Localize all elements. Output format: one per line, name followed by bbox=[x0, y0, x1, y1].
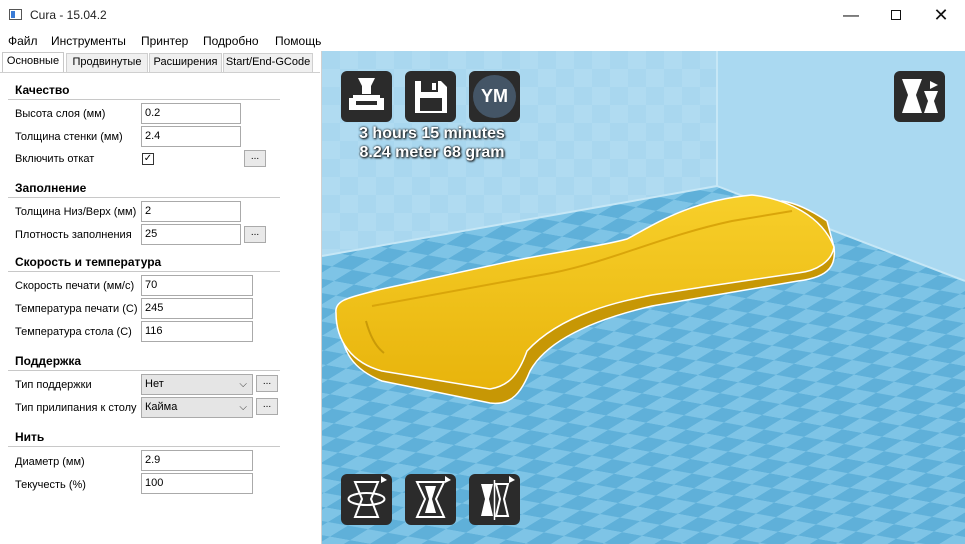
save-gcode-button[interactable] bbox=[405, 71, 456, 122]
rotate-button[interactable] bbox=[341, 474, 392, 525]
adhesion-type-value: Кайма bbox=[145, 401, 178, 413]
adhesion-type-select[interactable]: Кайма ⌵ bbox=[141, 397, 253, 418]
minimize-button[interactable]: — bbox=[828, 0, 874, 31]
diameter-label: Диаметр (мм) bbox=[15, 456, 85, 468]
menu-printer[interactable]: Принтер bbox=[141, 34, 188, 48]
adhesion-settings-button[interactable]: ... bbox=[256, 398, 278, 415]
print-temperature-input[interactable]: 245 bbox=[141, 298, 253, 319]
rotate-icon bbox=[347, 476, 387, 518]
diameter-input[interactable]: 2.9 bbox=[141, 450, 253, 471]
section-divider bbox=[8, 99, 280, 100]
bed-temperature-label: Температура стола (C) bbox=[15, 326, 132, 338]
tab-plugins[interactable]: Расширения bbox=[149, 53, 222, 72]
section-support: Поддержка bbox=[15, 354, 82, 368]
print-speed-label: Скорость печати (мм/с) bbox=[15, 280, 135, 292]
print-material-text: 8.24 meter 68 gram bbox=[359, 144, 505, 161]
layer-height-input[interactable]: 0.2 bbox=[141, 103, 241, 124]
section-divider bbox=[8, 197, 280, 198]
3d-viewport[interactable]: YM 3 hours 15 minutes 8.24 meter 68 gram bbox=[322, 51, 965, 544]
tab-start-end-gcode[interactable]: Start/End-GCode bbox=[223, 53, 313, 72]
wall-thickness-label: Толщина стенки (мм) bbox=[15, 131, 123, 143]
fill-density-input[interactable]: 25 bbox=[141, 224, 241, 245]
tab-advanced[interactable]: Продвинутые bbox=[66, 53, 148, 72]
view-mode-icon: YM bbox=[473, 75, 516, 118]
bottom-top-thickness-input[interactable]: 2 bbox=[141, 201, 241, 222]
fill-density-label: Плотность заполнения bbox=[15, 229, 132, 241]
flow-input[interactable]: 100 bbox=[141, 473, 253, 494]
menu-help[interactable]: Помощь bbox=[275, 34, 321, 48]
support-type-select[interactable]: Нет ⌵ bbox=[141, 374, 253, 395]
close-button[interactable]: ✕ bbox=[918, 0, 964, 31]
settings-panel: Основные Продвинутые Расширения Start/En… bbox=[0, 51, 322, 544]
section-fill: Заполнение bbox=[15, 181, 87, 195]
app-icon bbox=[9, 9, 22, 20]
scale-button[interactable] bbox=[405, 474, 456, 525]
section-filament: Нить bbox=[15, 430, 45, 444]
save-gcode-icon bbox=[415, 81, 447, 113]
print-temperature-label: Температура печати (C) bbox=[15, 303, 138, 315]
view-angle-icon bbox=[902, 79, 938, 113]
layer-height-label: Высота слоя (мм) bbox=[15, 108, 106, 120]
view-mode-button[interactable]: YM bbox=[469, 71, 520, 122]
retraction-checkbox[interactable]: ✓ bbox=[142, 153, 154, 165]
section-quality: Качество bbox=[15, 83, 70, 97]
mirror-button[interactable] bbox=[469, 474, 520, 525]
support-type-label: Тип поддержки bbox=[15, 379, 92, 391]
menu-tools[interactable]: Инструменты bbox=[51, 34, 126, 48]
scale-icon bbox=[415, 476, 451, 518]
tab-basic[interactable]: Основные bbox=[2, 52, 64, 72]
bottom-top-thickness-label: Толщина Низ/Верх (мм) bbox=[15, 206, 137, 218]
menu-file[interactable]: Файл bbox=[8, 34, 38, 48]
chevron-down-icon: ⌵ bbox=[239, 402, 247, 413]
mirror-icon bbox=[481, 476, 515, 520]
load-model-button[interactable] bbox=[341, 71, 392, 122]
section-speed-temperature: Скорость и температура bbox=[15, 255, 162, 269]
print-speed-input[interactable]: 70 bbox=[141, 275, 253, 296]
section-divider bbox=[8, 271, 280, 272]
load-model-icon bbox=[349, 78, 384, 110]
retraction-label: Включить откат bbox=[15, 153, 95, 165]
menu-expert[interactable]: Подробно bbox=[203, 34, 259, 48]
support-type-value: Нет bbox=[145, 378, 164, 390]
chevron-down-icon: ⌵ bbox=[239, 379, 247, 390]
section-divider bbox=[8, 446, 280, 447]
window-title: Cura - 15.04.2 bbox=[30, 8, 107, 22]
title-bar: Cura - 15.04.2 — ✕ bbox=[0, 0, 965, 31]
adhesion-type-label: Тип прилипания к столу bbox=[15, 402, 137, 414]
bed-temperature-input[interactable]: 116 bbox=[141, 321, 253, 342]
menu-bar: Файл Инструменты Принтер Подробно Помощь bbox=[0, 31, 965, 51]
flow-label: Текучесть (%) bbox=[15, 479, 86, 491]
maximize-button[interactable] bbox=[873, 0, 919, 31]
print-time-text: 3 hours 15 minutes bbox=[359, 125, 505, 142]
view-angle-button[interactable] bbox=[894, 71, 945, 122]
wall-thickness-input[interactable]: 2.4 bbox=[141, 126, 241, 147]
fill-settings-button[interactable]: ... bbox=[244, 226, 266, 243]
tab-divider bbox=[0, 72, 320, 73]
support-settings-button[interactable]: ... bbox=[256, 375, 278, 392]
retraction-settings-button[interactable]: ... bbox=[244, 150, 266, 167]
section-divider bbox=[8, 370, 280, 371]
maximize-icon bbox=[891, 10, 901, 20]
